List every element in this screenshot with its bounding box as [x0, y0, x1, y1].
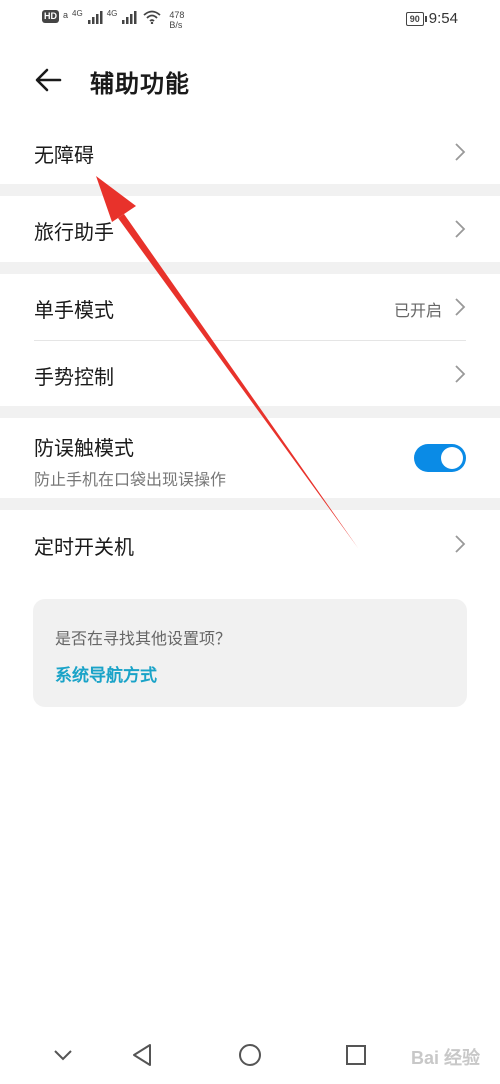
suggestion-question: 是否在寻找其他设置项？: [55, 629, 232, 648]
wifi-icon: [143, 10, 161, 24]
speed-unit: B/s: [169, 20, 183, 30]
settings-item-travel-assistant[interactable]: 旅行助手: [0, 196, 500, 262]
item-description: 防止手机在口袋出现误操作: [34, 470, 227, 489]
speed-value: 478: [169, 10, 185, 20]
network-type-2: 4G: [106, 9, 118, 18]
status-left: HD a 4G 4G 478 B/s: [42, 10, 184, 30]
section-gap: [0, 262, 500, 274]
chevron-right-icon: [455, 535, 466, 553]
network-type-1: 4G: [72, 9, 83, 18]
settings-item-scheduled-power[interactable]: 定时开关机: [0, 510, 500, 578]
chevron-right-icon: [455, 298, 466, 316]
chevron-right-icon: [455, 220, 466, 238]
item-label: 手势控制: [34, 365, 114, 389]
item-label: 防误触模式: [34, 436, 134, 460]
hd-badge: HD: [42, 10, 59, 23]
settings-item-one-hand-mode[interactable]: 单手模式 已开启: [0, 274, 500, 340]
battery-icon: 90: [405, 11, 427, 26]
watermark-logo: Bai 经验: [410, 1048, 480, 1068]
item-label: 旅行助手: [34, 220, 114, 244]
chevron-down-icon[interactable]: [48, 1040, 78, 1070]
signal-icon: [122, 11, 137, 24]
section-gap: [0, 184, 500, 196]
header: 辅助功能: [0, 50, 500, 110]
page-title: 辅助功能: [90, 70, 190, 98]
item-label: 单手模式: [34, 298, 114, 322]
chevron-right-icon: [455, 143, 466, 161]
toggle-knob: [441, 447, 463, 469]
mistouch-toggle[interactable]: [414, 444, 466, 472]
status-right: 90 9:54: [405, 10, 458, 27]
section-gap: [0, 498, 500, 510]
back-triangle-icon[interactable]: [128, 1040, 158, 1070]
home-circle-icon[interactable]: [235, 1040, 265, 1070]
section-gap: [0, 406, 500, 418]
back-arrow-icon[interactable]: [30, 62, 66, 98]
item-value: 已开启: [393, 301, 442, 320]
item-label: 定时开关机: [34, 535, 134, 559]
settings-item-mistouch-mode[interactable]: 防误触模式 防止手机在口袋出现误操作: [0, 418, 500, 498]
item-label: 无障碍: [34, 143, 94, 167]
system-navigation-link[interactable]: 系统导航方式: [55, 661, 157, 686]
signal-icon: [87, 11, 103, 24]
suggestion-card: 是否在寻找其他设置项？ 系统导航方式: [33, 599, 467, 707]
status-bar: HD a 4G 4G 478 B/s 90 9:54: [0, 0, 500, 40]
recents-square-icon[interactable]: [341, 1040, 371, 1070]
network-speed: 478 B/s: [169, 10, 184, 30]
hd-sub: a: [63, 10, 69, 20]
settings-item-accessibility[interactable]: 无障碍: [0, 120, 500, 184]
chevron-right-icon: [455, 365, 466, 383]
settings-item-gesture-control[interactable]: 手势控制: [0, 341, 500, 406]
clock: 9:54: [428, 10, 458, 27]
